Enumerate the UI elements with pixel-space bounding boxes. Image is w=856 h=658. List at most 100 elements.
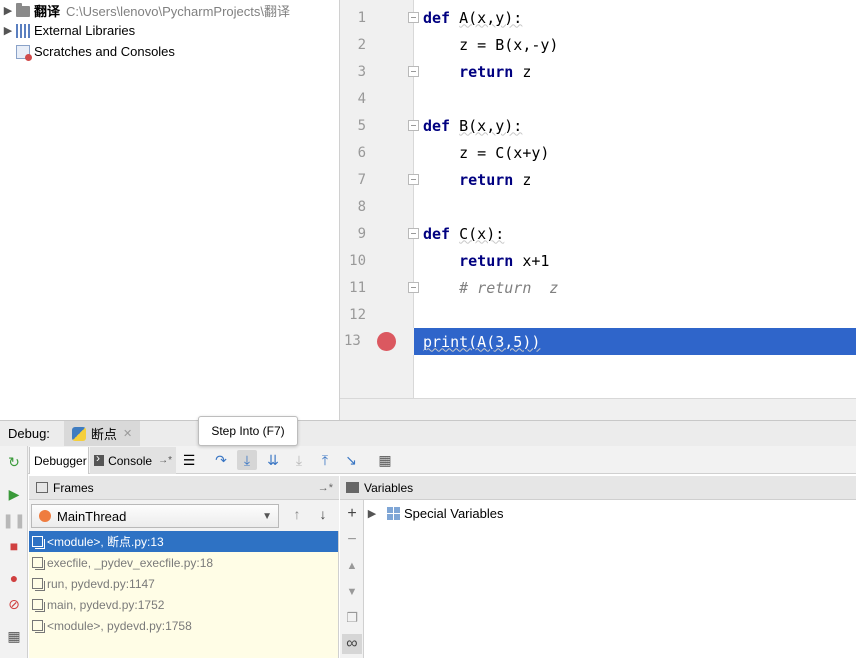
line-number[interactable]: 12 (340, 307, 366, 323)
tree-item-scratches[interactable]: Scratches and Consoles (0, 41, 175, 62)
frame-icon (32, 620, 45, 633)
code-line[interactable]: 1 def A(x,y): (340, 4, 856, 31)
line-number[interactable]: 8 (340, 199, 366, 215)
tree-item-label: 翻译 (34, 4, 61, 19)
expand-arrow-icon[interactable]: ▶ (365, 507, 379, 520)
line-number[interactable]: 6 (340, 145, 366, 161)
line-number[interactable]: 4 (340, 91, 366, 107)
variables-toolbar: + − ▲ ▼ ❐ ∞ (340, 500, 364, 658)
code-line[interactable]: 4 (340, 85, 856, 112)
code-line[interactable]: 13 print(A(3,5)) (340, 328, 856, 355)
line-number[interactable]: 10 (340, 253, 366, 269)
code-line[interactable]: 6 z = C(x+y) (340, 139, 856, 166)
frame-item[interactable]: run, pydevd.py:1147 (29, 573, 338, 594)
show-watches-icon[interactable]: ∞ (342, 634, 362, 654)
thread-dropdown[interactable]: MainThread ▼ (31, 504, 279, 528)
step-into-icon[interactable]: ⤓ (237, 450, 257, 470)
scratches-icon (16, 44, 32, 61)
frames-header: Frames →* (29, 476, 339, 500)
line-number[interactable]: 2 (340, 37, 366, 53)
remove-watch-icon[interactable]: − (342, 530, 362, 550)
frame-item[interactable]: <module>, pydevd.py:1758 (29, 615, 338, 636)
pause-icon[interactable]: ❚❚ (2, 510, 25, 530)
arrow-up-icon[interactable]: ↑ (287, 506, 307, 526)
step-into-tooltip: Step Into (F7) (198, 416, 298, 446)
library-icon (16, 23, 30, 38)
fold-marker-icon[interactable] (408, 228, 419, 239)
arrow-down-icon[interactable]: ↓ (313, 506, 333, 526)
line-number[interactable]: 3 (340, 64, 366, 80)
view-breakpoints-icon[interactable]: ● (4, 568, 24, 588)
expand-arrow-icon[interactable]: ▶ (0, 4, 16, 17)
code-text: return z (459, 62, 532, 81)
editor-footer (340, 398, 856, 420)
fold-marker-icon[interactable] (408, 174, 419, 185)
show-execution-point-icon[interactable]: ☰ (179, 450, 199, 470)
code-line[interactable]: 10 return x+1 (340, 247, 856, 274)
code-line[interactable]: 12 (340, 301, 856, 328)
evaluate-expression-icon[interactable]: ▦ (375, 450, 395, 470)
step-out-icon[interactable]: ⤒ (315, 450, 335, 470)
code-line[interactable]: 11 # return z (340, 274, 856, 301)
code-text: def A(x,y): (423, 8, 523, 27)
frame-label: execfile, _pydev_execfile.py:18 (47, 555, 214, 570)
frame-item[interactable]: main, pydevd.py:1752 (29, 594, 338, 615)
tree-item-external-libraries[interactable]: ▶ External Libraries (0, 20, 135, 41)
fold-marker-icon[interactable] (408, 282, 419, 293)
tab-debugger[interactable]: Debugger (29, 447, 89, 474)
line-number[interactable]: 9 (340, 226, 366, 242)
close-icon[interactable]: ✕ (123, 427, 132, 440)
code-line[interactable]: 8 (340, 193, 856, 220)
add-watch-icon[interactable]: + (342, 504, 362, 524)
frames-list: <module>, 断点.py:13 execfile, _pydev_exec… (29, 531, 339, 658)
run-to-cursor-icon[interactable]: ↘ (341, 450, 361, 470)
fold-marker-icon[interactable] (408, 12, 419, 23)
pin-icon[interactable]: →* (318, 482, 333, 494)
variable-item[interactable]: ▶ Special Variables (365, 502, 504, 524)
tooltip-text: Step Into (F7) (211, 424, 285, 438)
frame-item[interactable]: <module>, 断点.py:13 (29, 531, 338, 552)
stop-icon[interactable]: ■ (4, 536, 24, 556)
debug-session-tab[interactable]: 断点 ✕ (63, 420, 141, 447)
fold-marker-icon[interactable] (408, 66, 419, 77)
code-line[interactable]: 7 return z (340, 166, 856, 193)
thread-name: MainThread (57, 508, 127, 524)
debug-session-label: 断点 (90, 427, 117, 442)
thread-status-icon (39, 510, 51, 522)
rerun-icon[interactable]: ↻ (4, 452, 24, 472)
layout-icon[interactable]: ▦ (4, 626, 24, 646)
force-step-into-icon[interactable]: ⤓ (289, 450, 309, 470)
line-number[interactable]: 1 (340, 10, 366, 26)
tree-item-path: C:\Users\lenovo\PycharmProjects\翻译 (66, 4, 290, 19)
expand-arrow-icon[interactable]: ▶ (0, 24, 16, 37)
frame-item[interactable]: execfile, _pydev_execfile.py:18 (29, 552, 338, 573)
code-line[interactable]: 3 return z (340, 58, 856, 85)
line-number[interactable]: 5 (340, 118, 366, 134)
line-number[interactable]: 7 (340, 172, 366, 188)
special-variables-icon (387, 506, 400, 520)
line-number[interactable]: 11 (340, 280, 366, 296)
step-into-my-code-icon[interactable]: ⇊ (263, 450, 283, 470)
console-icon (94, 451, 105, 466)
step-over-icon[interactable]: ↷ (211, 450, 231, 470)
code-editor[interactable]: 1 def A(x,y): 2 z = B(x,-y) 3 return z 4 5 def… (339, 0, 856, 420)
breakpoint-icon[interactable] (377, 332, 396, 351)
frame-icon (32, 536, 45, 549)
chevron-down-icon: ▼ (262, 510, 272, 522)
project-tree: ▶ 翻译 C:\Users\lenovo\PycharmProjects\翻译 … (0, 0, 339, 420)
folder-icon (16, 3, 30, 17)
code-line[interactable]: 2 z = B(x,-y) (340, 31, 856, 58)
fold-marker-icon[interactable] (408, 120, 419, 131)
tab-console[interactable]: Console →* (90, 447, 176, 474)
move-down-icon[interactable]: ▼ (342, 582, 362, 602)
code-line[interactable]: 9 def C(x): (340, 220, 856, 247)
tree-item-project-root[interactable]: ▶ 翻译 C:\Users\lenovo\PycharmProjects\翻译 (0, 0, 290, 21)
resume-icon[interactable]: ▶ (4, 484, 24, 504)
code-text: return x+1 (459, 251, 550, 270)
frame-label: main, pydevd.py:1752 (47, 597, 165, 612)
move-up-icon[interactable]: ▲ (342, 556, 362, 576)
code-line[interactable]: 5 def B(x,y): (340, 112, 856, 139)
mute-breakpoints-icon[interactable]: ⊘ (4, 594, 24, 614)
copy-icon[interactable]: ❐ (342, 608, 362, 628)
tree-item-label: Scratches and Consoles (34, 44, 175, 59)
